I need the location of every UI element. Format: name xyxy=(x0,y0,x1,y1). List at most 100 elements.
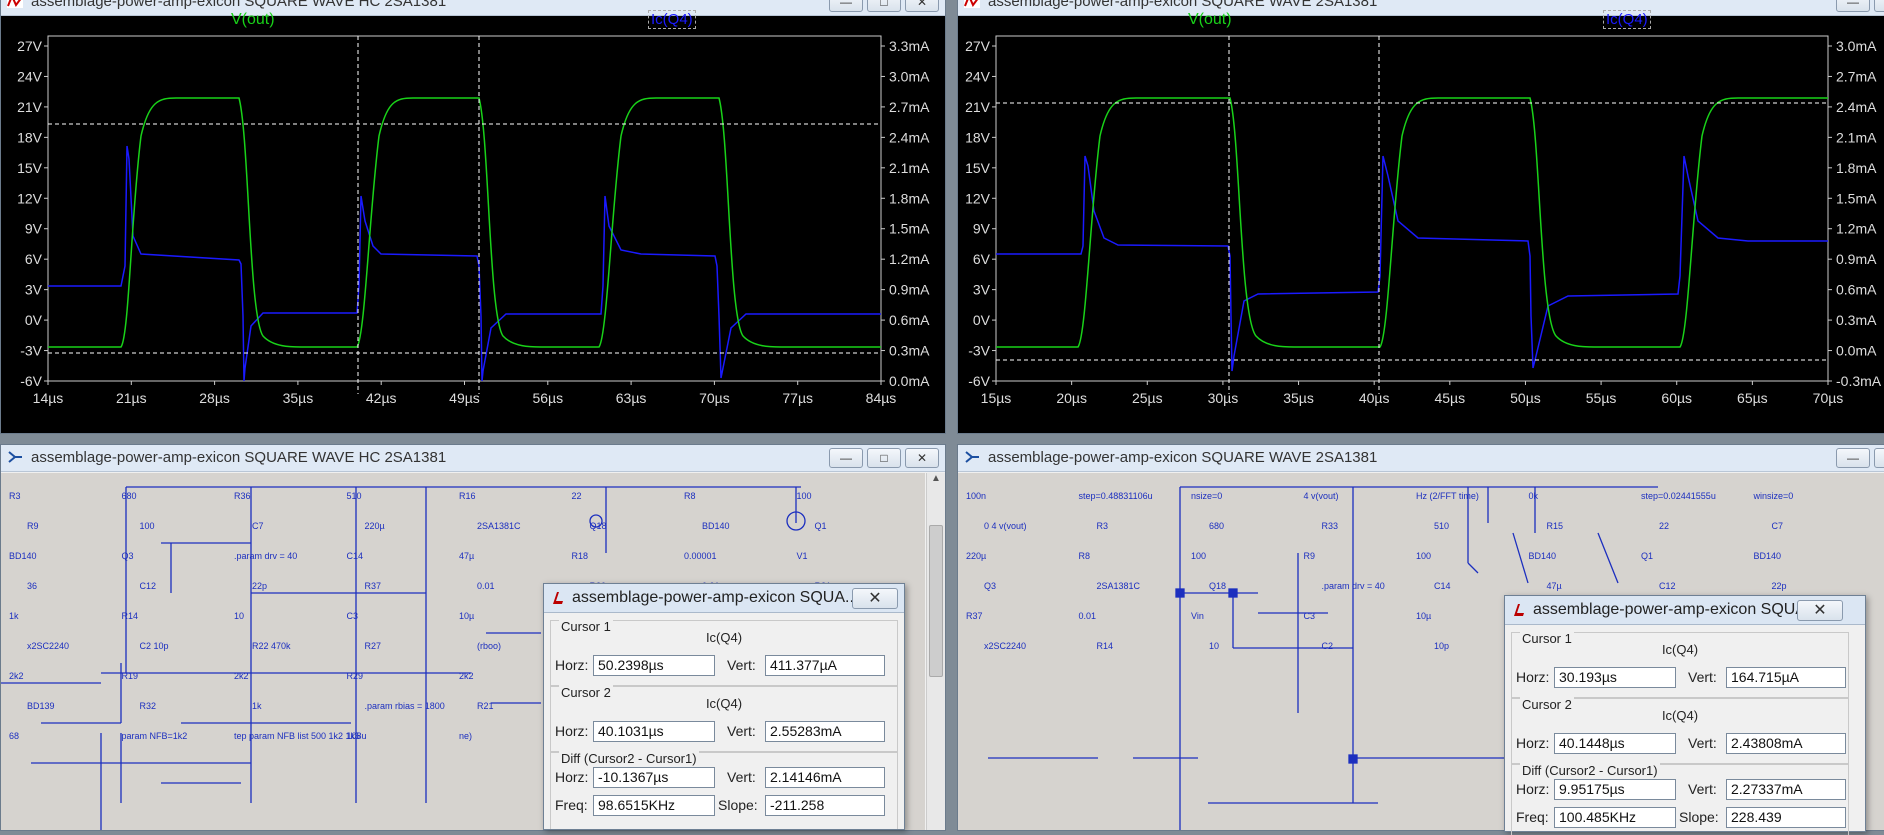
cursor1-horz-field[interactable]: 50.2398µs xyxy=(593,655,715,676)
diff-horz-field[interactable]: 9.95175µs xyxy=(1554,779,1676,800)
scroll-up-arrow[interactable]: ▲ xyxy=(927,473,945,489)
y-tick-label-right: 0.3mA xyxy=(889,343,930,359)
minimize-button[interactable]: — xyxy=(829,448,863,468)
schematic-label: nsize=0 xyxy=(1191,491,1222,501)
trace-label-icq4[interactable]: Ic(Q4) xyxy=(1603,10,1651,29)
maximize-button[interactable]: □ xyxy=(867,0,901,12)
slope-field[interactable]: 228.439 xyxy=(1726,807,1846,828)
cursor1-group: Cursor 1 Ic(Q4) Horz: 50.2398µs Vert: 41… xyxy=(550,619,898,686)
close-button[interactable]: ✕ xyxy=(905,0,939,12)
cursor2-group: Cursor 2 Ic(Q4) Horz: 40.1031µs Vert: 2.… xyxy=(550,685,898,752)
vert-label: Vert: xyxy=(1688,669,1717,685)
schematic-label: 22p xyxy=(252,581,267,591)
diff-vert-field[interactable]: 2.27337mA xyxy=(1726,779,1846,800)
y-tick-label-left: 9V xyxy=(973,221,991,237)
schematic-label: 0 4 v(vout) xyxy=(984,521,1027,531)
scroll-thumb[interactable] xyxy=(929,525,943,677)
y-tick-label-left: 0V xyxy=(973,312,991,328)
schematic-label: 0.01 xyxy=(1079,611,1097,621)
close-button[interactable]: ✕ xyxy=(905,448,939,468)
schematic-label: R36 xyxy=(234,491,251,501)
schematic-label: .param drv = 40 xyxy=(1322,581,1385,591)
x-tick-label: 60µs xyxy=(1661,390,1692,406)
x-tick-label: 30µs xyxy=(1208,390,1239,406)
vert-label: Vert: xyxy=(727,657,756,673)
trace-label-vout[interactable]: V(out) xyxy=(1188,11,1232,29)
schematic-label: C2 xyxy=(1322,641,1334,651)
y-tick-label-left: 3V xyxy=(973,282,991,298)
trace-label-icq4[interactable]: Ic(Q4) xyxy=(648,10,696,29)
freq-field[interactable]: 98.6515KHz xyxy=(593,795,715,816)
y-tick-label-right: 0.9mA xyxy=(1836,251,1877,267)
schematic-label: R27 xyxy=(365,641,382,651)
schematic-label: 510 xyxy=(347,491,362,501)
diff-horz-field[interactable]: -10.1367µs xyxy=(593,767,715,788)
x-tick-label: 49µs xyxy=(449,390,480,406)
diff-vert-field[interactable]: 2.14146mA xyxy=(765,767,885,788)
plot-window-hc-titlebar[interactable]: assemblage-power-amp-exicon SQUARE WAVE … xyxy=(1,0,945,16)
schematic-label: 2SA1381C xyxy=(477,521,521,531)
schematic-label: 100n xyxy=(966,491,986,501)
y-tick-label-left: 12V xyxy=(17,190,43,206)
schematic-label: 47µ xyxy=(1547,581,1562,591)
waveform-plot-hc[interactable]: 27V 3.3mA 24V 3.0mA 21V 2.7mA 18V 2.4mA 15V 2.1mA… xyxy=(1,10,945,433)
cursor-dialog-titlebar[interactable]: assemblage-power-amp-exicon SQUA... ✕ xyxy=(544,584,904,613)
y-tick-label-right: 3.0mA xyxy=(1836,38,1877,54)
freq-field[interactable]: 100.485KHz xyxy=(1554,807,1676,828)
schematic-window-hc-titlebar[interactable]: assemblage-power-amp-exicon SQUARE WAVE … xyxy=(1,445,945,472)
trace-label-vout[interactable]: V(out) xyxy=(231,11,275,29)
plot-window-std-titlebar[interactable]: assemblage-power-amp-exicon SQUARE WAVE … xyxy=(958,0,1884,16)
waveform-plot-std[interactable]: 27V 3.0mA 24V 2.7mA 21V 2.4mA 18V 2.1mA 15V 1.8mA… xyxy=(958,10,1884,433)
schematic-label: 10 xyxy=(1209,641,1219,651)
window-title: assemblage-power-amp-exicon SQUARE WAVE … xyxy=(31,0,447,10)
slope-field[interactable]: -211.258 xyxy=(765,795,885,816)
horz-label: Horz: xyxy=(555,723,589,739)
y-tick-label-left: -6V xyxy=(20,373,42,389)
cursor1-group: Cursor 1 Ic(Q4) Horz: 30.193µs Vert: 164… xyxy=(1511,631,1849,698)
cursor2-horz-field[interactable]: 40.1031µs xyxy=(593,721,715,742)
y-tick-label-right: 3.3mA xyxy=(889,38,930,54)
schematic-label: 4 v(vout) xyxy=(1304,491,1339,501)
schematic-label: R22 470k xyxy=(252,641,291,651)
cursor1-vert-field[interactable]: 164.715µA xyxy=(1726,667,1846,688)
y-tick-label-right: 2.7mA xyxy=(1836,68,1877,84)
y-tick-label-left: 21V xyxy=(17,99,43,115)
cursor2-horz-field[interactable]: 40.1448µs xyxy=(1554,733,1676,754)
schematic-label: Q1 xyxy=(1641,551,1653,561)
minimize-button[interactable]: — xyxy=(1836,0,1870,12)
schematic-window-std-titlebar[interactable]: assemblage-power-amp-exicon SQUARE WAVE … xyxy=(958,445,1884,472)
schematic-label: 100 xyxy=(140,521,155,531)
close-button[interactable]: ✕ xyxy=(852,588,898,609)
cursor2-vert-field[interactable]: 2.43808mA xyxy=(1726,733,1846,754)
maximize-button[interactable]: □ xyxy=(867,448,901,468)
x-tick-label: 35µs xyxy=(283,390,314,406)
x-tick-label: 21µs xyxy=(116,390,147,406)
y-tick-label-right: 1.8mA xyxy=(1836,160,1877,176)
waveform-icon xyxy=(7,0,23,8)
schematic-label: 680 xyxy=(1209,521,1224,531)
schematic-label: R8 xyxy=(684,491,696,501)
cursor-dialog-titlebar[interactable]: assemblage-power-amp-exicon SQUA... ✕ xyxy=(1505,596,1865,625)
minimize-button[interactable]: — xyxy=(1836,448,1870,468)
vert-label: Vert: xyxy=(727,769,756,785)
close-button[interactable]: ✕ xyxy=(1797,600,1843,621)
schematic-label: 100 xyxy=(797,491,812,501)
schematic-label: 100 xyxy=(1191,551,1206,561)
maximize-button[interactable]: □ xyxy=(1874,448,1884,468)
y-tick-label-right: 0.0mA xyxy=(889,373,930,389)
cursor-dialog-hc: assemblage-power-amp-exicon SQUA... ✕ Cu… xyxy=(543,583,905,830)
schematic-label: C14 xyxy=(1434,581,1451,591)
cursor2-vert-field[interactable]: 2.55283mA xyxy=(765,721,885,742)
cursor1-vert-field[interactable]: 411.377µA xyxy=(765,655,885,676)
maximize-button[interactable]: □ xyxy=(1874,0,1884,12)
schematic-label: C3 xyxy=(347,611,359,621)
vertical-scrollbar[interactable]: ▲ xyxy=(926,473,945,830)
schematic-label: 10 xyxy=(234,611,244,621)
schematic-label: R37 xyxy=(966,611,983,621)
cursor1-horz-field[interactable]: 30.193µs xyxy=(1554,667,1676,688)
schematic-label: C7 xyxy=(252,521,264,531)
schematic-label: C2 10p xyxy=(140,641,169,651)
v-out-trace xyxy=(996,97,1828,348)
minimize-button[interactable]: — xyxy=(829,0,863,12)
y-tick-label-right: 0.6mA xyxy=(889,312,930,328)
